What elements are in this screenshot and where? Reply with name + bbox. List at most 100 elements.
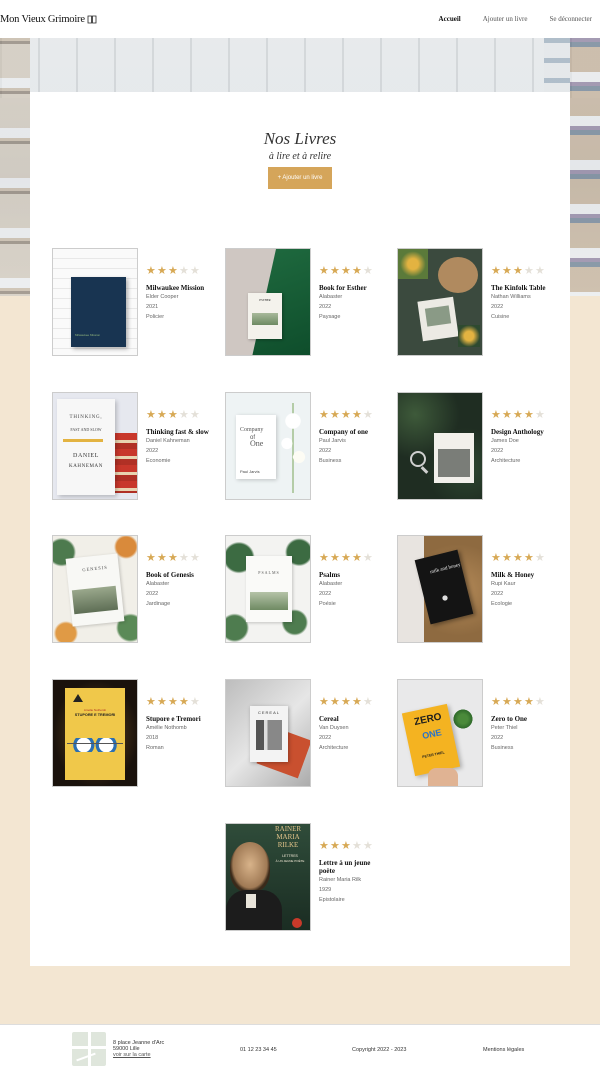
star-empty-icon: ★ — [363, 265, 373, 277]
star-filled-icon: ★ — [319, 409, 329, 421]
star-empty-icon: ★ — [363, 840, 373, 852]
book-title: Design Anthology — [491, 428, 544, 436]
star-empty-icon: ★ — [524, 265, 534, 277]
book-card[interactable]: milk and honey ★ ★ ★ ★ ★ Milk & Honey Rupi K… — [397, 535, 557, 645]
books-panel: Nos Livres à lire et à relire + Ajouter … — [30, 92, 570, 966]
star-empty-icon: ★ — [363, 696, 373, 708]
main-nav: Accueil Ajouter un livre Se déconnecter — [439, 15, 592, 23]
star-filled-icon: ★ — [157, 409, 167, 421]
book-title: Cereal — [319, 715, 339, 723]
book-card[interactable]: PSALMS ★ ★ ★ ★ ★ Psalms Alabaster 2022 Poési… — [225, 535, 385, 645]
nav-logout-link[interactable]: Se déconnecter — [549, 15, 592, 23]
star-filled-icon: ★ — [524, 409, 534, 421]
star-filled-icon: ★ — [319, 696, 329, 708]
book-title: Milwaukee Mission — [146, 284, 205, 292]
star-filled-icon: ★ — [341, 552, 351, 564]
book-cover-image[interactable]: milk and honey — [397, 535, 483, 643]
star-filled-icon: ★ — [319, 265, 329, 277]
book-title: Zero to One — [491, 715, 528, 723]
star-empty-icon: ★ — [190, 552, 200, 564]
book-cover-image[interactable]: ESTHER — [225, 248, 311, 356]
book-cover-image[interactable]: ZERO ONE PETER THIEL — [397, 679, 483, 787]
book-cover-image[interactable]: RAINER MARIA RILKE LETTRES À UN JEUNE PO… — [225, 823, 311, 931]
book-card[interactable]: RAINER MARIA RILKE LETTRES À UN JEUNE PO… — [225, 823, 385, 933]
star-filled-icon: ★ — [341, 265, 351, 277]
book-card[interactable]: CEREAL ★ ★ ★ ★ ★ Cereal Van Duysen 2022 Arch… — [225, 679, 385, 789]
book-rating: ★ ★ ★ ★ ★ — [146, 409, 212, 421]
add-book-button[interactable]: + Ajouter un livre — [268, 167, 332, 189]
book-author: Nathan Williams — [491, 294, 531, 300]
book-genre: Cuisine — [491, 314, 510, 320]
star-empty-icon: ★ — [179, 552, 189, 564]
book-rating: ★ ★ ★ ★ ★ — [319, 552, 385, 564]
book-card[interactable]: THINKING, FAST AND SLOW DANIEL KAHNEMAN … — [52, 392, 212, 502]
map-link[interactable]: voir sur la carte — [113, 1052, 151, 1058]
book-cover-image[interactable]: THINKING, FAST AND SLOW DANIEL KAHNEMAN — [52, 392, 138, 500]
book-card[interactable]: Company of One Paul Jarvis ★ ★ ★ ★ ★ Company… — [225, 392, 385, 502]
book-author: Daniel Kahneman — [146, 438, 190, 444]
book-title: Thinking fast & slow — [146, 428, 209, 436]
book-year: 2022 — [319, 304, 332, 310]
book-cover-image[interactable] — [397, 392, 483, 500]
book-card[interactable]: ★ ★ ★ ★ ★ Design Anthology James Doe 2022 Ar… — [397, 392, 557, 502]
star-filled-icon: ★ — [146, 409, 156, 421]
book-info: ★ ★ ★ ★ ★ Book for Esther Alabaster 2022 Pay… — [319, 266, 385, 322]
book-title: Stupore e Tremori — [146, 715, 201, 723]
book-card[interactable]: ZERO ONE PETER THIEL ★ ★ ★ ★ ★ Zero to One P… — [397, 679, 557, 789]
nav-home-link[interactable]: Accueil — [439, 15, 461, 23]
book-card[interactable]: Milwaukee Mission ★ ★ ★ ★ ★ Milwaukee Missio… — [52, 248, 212, 358]
book-cover-image[interactable]: Milwaukee Mission — [52, 248, 138, 356]
book-year: 2022 — [319, 591, 332, 597]
star-filled-icon: ★ — [491, 265, 501, 277]
book-cover-image[interactable] — [397, 248, 483, 356]
book-cover-image[interactable]: Company of One Paul Jarvis — [225, 392, 311, 500]
book-cover-image[interactable]: PSALMS — [225, 535, 311, 643]
book-genre: Architecture — [491, 458, 521, 464]
map-thumbnail[interactable] — [72, 1032, 106, 1066]
book-info: ★ ★ ★ ★ ★ Design Anthology James Doe 2022 Ar… — [491, 410, 557, 466]
star-filled-icon: ★ — [513, 409, 523, 421]
star-filled-icon: ★ — [491, 552, 501, 564]
book-rating: ★ ★ ★ ★ ★ — [491, 265, 557, 277]
page-subtitle: à lire et à relire — [268, 151, 332, 162]
book-author: Van Duysen — [319, 725, 349, 731]
site-logo[interactable]: Mon Vieux Grimoire — [0, 14, 97, 25]
page-title: Nos Livres — [263, 129, 337, 148]
book-rating: ★ ★ ★ ★ ★ — [491, 696, 557, 708]
site-header: Mon Vieux Grimoire Accueil Ajouter un li… — [0, 0, 600, 38]
nav-add-book-link[interactable]: Ajouter un livre — [483, 15, 528, 23]
star-empty-icon: ★ — [535, 265, 545, 277]
book-card[interactable]: ESTHER ★ ★ ★ ★ ★ Book for Esther Alabaster 2… — [225, 248, 385, 358]
star-filled-icon: ★ — [157, 696, 167, 708]
book-cover-image[interactable]: Amélie Nothomb STUPORE E TREMORI — [52, 679, 138, 787]
book-card[interactable]: ★ ★ ★ ★ ★ The Kinfolk Table Nathan Williams … — [397, 248, 557, 358]
star-filled-icon: ★ — [168, 696, 178, 708]
star-filled-icon: ★ — [157, 265, 167, 277]
brand-name: Mon Vieux Grimoire — [0, 13, 85, 25]
book-year: 2022 — [319, 735, 332, 741]
book-year: 2022 — [491, 591, 504, 597]
book-cover-image[interactable]: CEREAL — [225, 679, 311, 787]
book-card[interactable]: GENESIS ★ ★ ★ ★ ★ Book of Genesis Alabaster … — [52, 535, 212, 645]
book-title: Milk & Honey — [491, 571, 535, 579]
star-filled-icon: ★ — [330, 696, 340, 708]
book-genre: Economie — [146, 458, 171, 464]
star-filled-icon: ★ — [330, 409, 340, 421]
book-info: ★ ★ ★ ★ ★ Milk & Honey Rupi Kaur 2022 Ecolog… — [491, 553, 557, 609]
star-filled-icon: ★ — [352, 265, 362, 277]
star-filled-icon: ★ — [491, 696, 501, 708]
star-filled-icon: ★ — [352, 696, 362, 708]
book-cover-image[interactable]: GENESIS — [52, 535, 138, 643]
book-rating: ★ ★ ★ ★ ★ — [146, 265, 212, 277]
star-empty-icon: ★ — [363, 409, 373, 421]
book-rating: ★ ★ ★ ★ ★ — [491, 552, 557, 564]
star-empty-icon: ★ — [190, 409, 200, 421]
star-empty-icon: ★ — [363, 552, 373, 564]
star-filled-icon: ★ — [168, 265, 178, 277]
legal-notice-link[interactable]: Mentions légales — [483, 1047, 524, 1053]
book-year: 2022 — [491, 448, 504, 454]
star-filled-icon: ★ — [341, 696, 351, 708]
star-filled-icon: ★ — [352, 409, 362, 421]
book-card[interactable]: Amélie Nothomb STUPORE E TREMORI ★ ★ ★ ★ ★ S… — [52, 679, 212, 789]
book-rating: ★ ★ ★ ★ ★ — [319, 409, 385, 421]
